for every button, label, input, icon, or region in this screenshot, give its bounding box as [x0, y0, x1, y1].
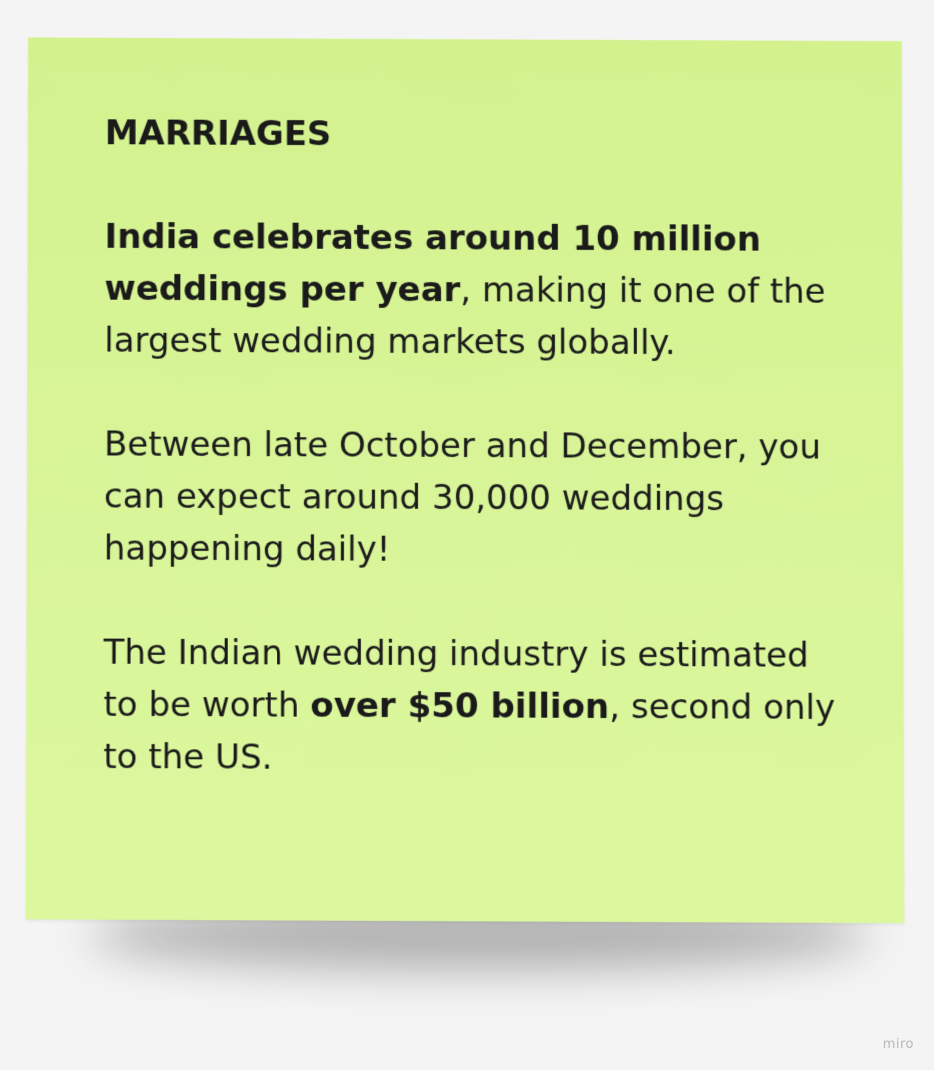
note-paragraph-3-bold: over $50 billion: [310, 685, 610, 728]
miro-watermark: miro: [882, 1037, 914, 1052]
sticky-note-content: MARRIAGES India celebrates around 10 mil…: [103, 107, 844, 786]
board-canvas: MARRIAGES India celebrates around 10 mil…: [0, 0, 934, 1070]
note-paragraph-2: Between late October and December, you c…: [103, 424, 821, 570]
sticky-note[interactable]: MARRIAGES India celebrates around 10 mil…: [25, 37, 905, 924]
note-heading: MARRIAGES: [104, 113, 332, 155]
note-paragraph-1: India celebrates around 10 million weddi…: [104, 211, 843, 370]
note-paragraph-3: The Indian wedding industry is estimated…: [103, 627, 844, 787]
